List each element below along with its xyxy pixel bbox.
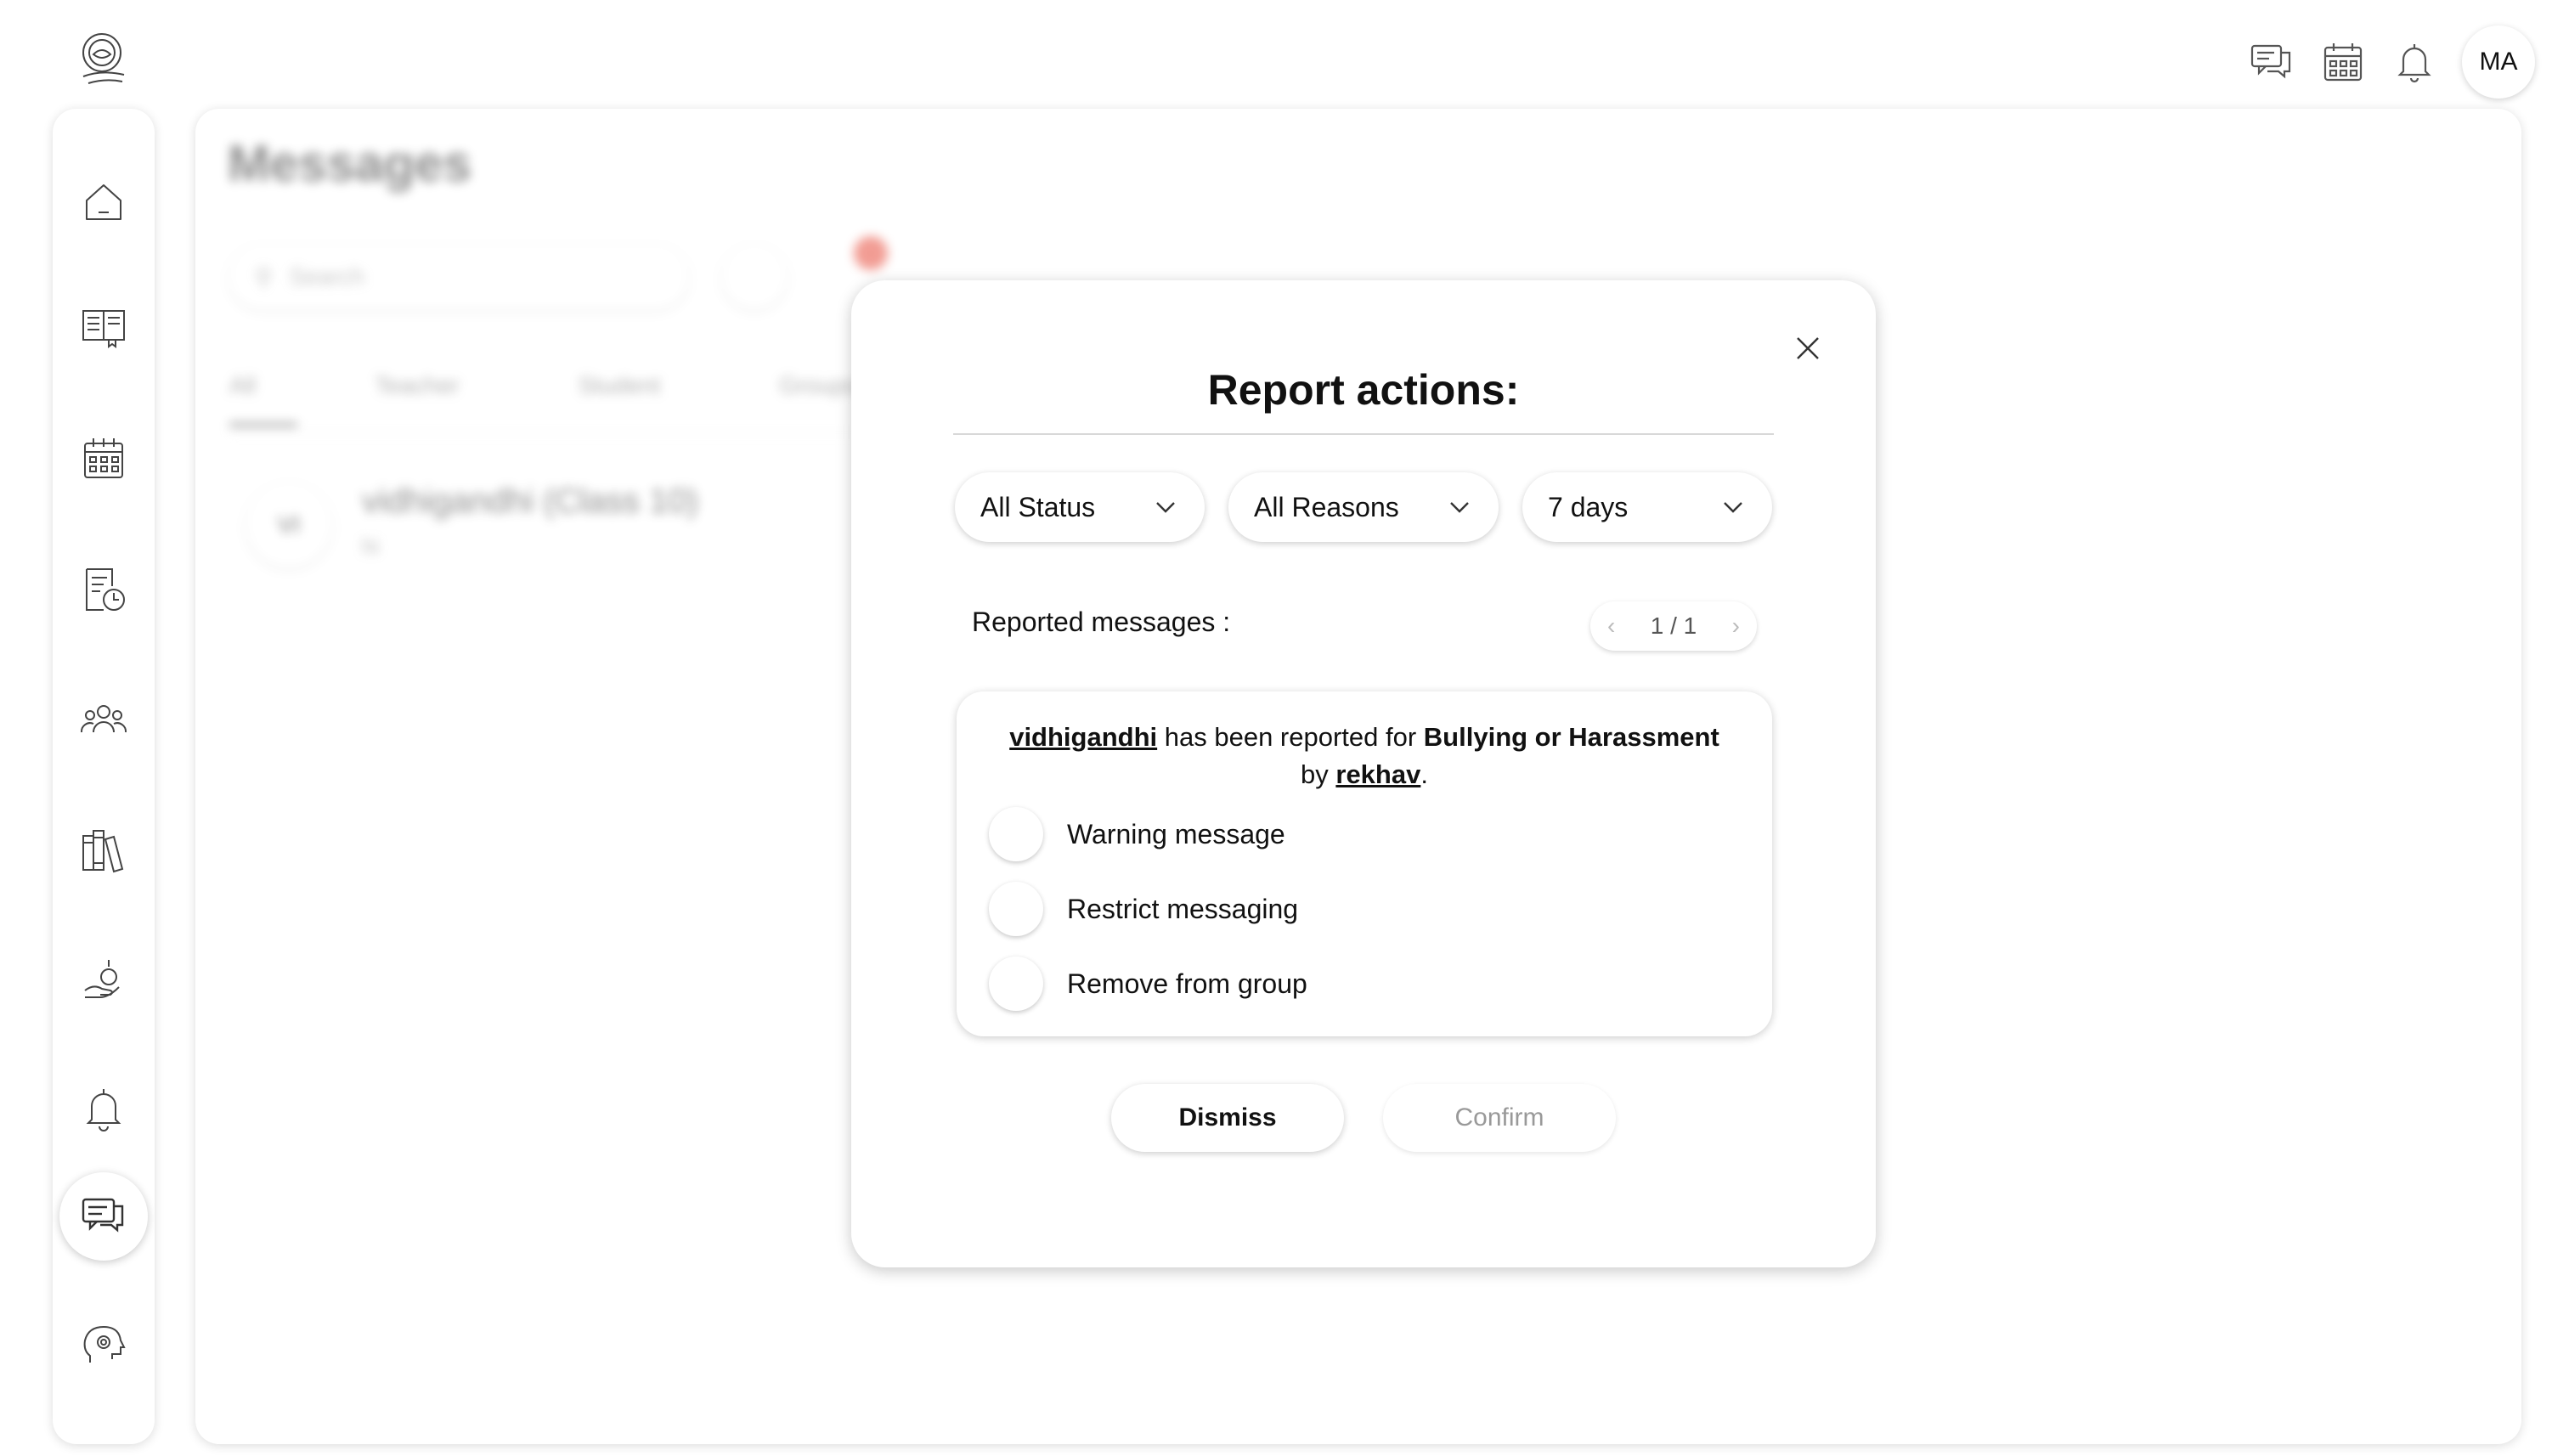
conversation-name[interactable]: vidhigandhi (Class 10) [362,483,698,521]
report-text-mid: has been reported for [1157,722,1424,752]
sidebar [53,109,155,1444]
reasons-filter-value: All Reasons [1254,491,1399,522]
bell-icon[interactable] [65,1070,143,1148]
bell-icon[interactable] [2391,38,2438,86]
schedule-icon[interactable] [65,550,143,629]
option-restrict-messaging[interactable]: Restrict messaging [989,882,1298,936]
radio-button[interactable] [989,882,1043,936]
report-text-by: by [1301,759,1336,789]
donation-icon[interactable] [65,940,143,1018]
tab-student[interactable]: Student [579,372,661,399]
period-filter-value: 7 days [1548,491,1629,522]
page-indicator: 1 / 1 [1650,612,1697,639]
messages-icon[interactable] [59,1172,148,1261]
reporter-link[interactable]: rekhav [1335,759,1420,789]
calendar-icon[interactable] [65,420,143,498]
option-label: Restrict messaging [1067,893,1299,924]
option-label: Remove from group [1067,968,1307,999]
users-icon[interactable] [65,680,143,758]
notification-badge [854,236,888,270]
close-icon[interactable] [1787,328,1828,369]
radio-button[interactable] [989,957,1043,1011]
conversation-preview: hi [362,533,380,559]
option-warning-message[interactable]: Warning message [989,807,1285,861]
report-reason: Bullying or Harassment [1423,722,1719,752]
chevron-right-icon[interactable]: › [1732,612,1740,640]
filter-bar: All Status All Reasons 7 days [955,472,1772,542]
app-logo[interactable] [71,27,136,92]
tab-indicator [229,423,297,426]
home-icon[interactable] [65,163,143,241]
user-avatar[interactable]: MA [2462,25,2535,99]
pagination: ‹ 1 / 1 › [1590,601,1757,651]
tabs: All Teacher Student Groups [229,372,857,399]
search-input[interactable]: ⚲ Search [229,245,688,309]
top-bar: MA [2248,25,2535,99]
add-button[interactable] [722,245,787,309]
dismiss-button[interactable]: Dismiss [1111,1084,1344,1152]
reported-user-link[interactable]: vidhigandhi [1009,722,1157,752]
chat-icon[interactable] [2248,38,2295,86]
radio-button[interactable] [989,807,1043,861]
brain-icon[interactable] [65,1308,143,1386]
conversation-avatar: VI [246,483,331,567]
search-icon: ⚲ [255,263,273,291]
status-filter-select[interactable]: All Status [955,472,1205,542]
chevron-left-icon[interactable]: ‹ [1607,612,1615,640]
calendar-icon[interactable] [2319,38,2367,86]
confirm-button[interactable]: Confirm [1383,1084,1616,1152]
status-filter-value: All Status [980,491,1096,522]
page-title: Messages [228,135,471,192]
report-card: vidhigandhi has been reported for Bullyi… [957,691,1772,1036]
option-remove-from-group[interactable]: Remove from group [989,957,1307,1011]
chevron-down-icon [1724,502,1742,513]
tab-all[interactable]: All [229,372,256,399]
chevron-down-icon [1156,502,1175,513]
chevron-down-icon [1450,502,1469,513]
period-filter-select[interactable]: 7 days [1522,472,1772,542]
divider [953,433,1774,435]
reasons-filter-select[interactable]: All Reasons [1228,472,1499,542]
option-label: Warning message [1067,818,1285,849]
search-placeholder: Search [289,263,365,290]
modal-actions: Dismiss Confirm [851,1084,1876,1152]
tab-groups[interactable]: Groups [779,372,857,399]
tab-teacher[interactable]: Teacher [375,372,460,399]
book-icon[interactable] [65,287,143,365]
report-actions-modal: Report actions: All Status All Reasons 7… [851,280,1876,1267]
reported-messages-label: Reported messages : [972,607,1231,637]
report-description: vidhigandhi has been reported for Bullyi… [991,719,1738,793]
report-text-end: . [1420,759,1428,789]
modal-title: Report actions: [1207,366,1520,414]
library-icon[interactable] [65,810,143,889]
